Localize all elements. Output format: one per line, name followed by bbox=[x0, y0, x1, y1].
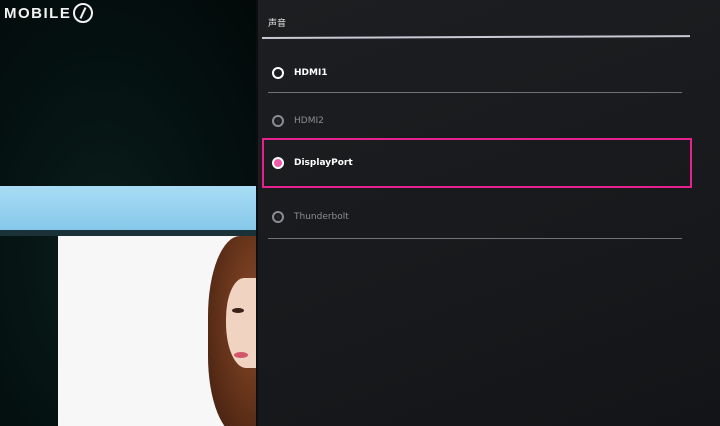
input-option-hdmi1[interactable]: HDMI1 bbox=[264, 50, 688, 96]
input-option-label: HDMI1 bbox=[294, 68, 328, 78]
input-option-label: DisplayPort bbox=[294, 158, 353, 168]
desktop-photo bbox=[58, 236, 258, 426]
option-divider bbox=[268, 92, 682, 93]
watermark-logo-icon bbox=[73, 3, 94, 23]
osd-menu-panel: 声音 HDMI1 HDMI2 DisplayPort Thunderbolt bbox=[256, 0, 720, 426]
photo-eye bbox=[232, 308, 244, 313]
osd-menu-title: 声音 bbox=[268, 19, 287, 29]
radio-highlighted-icon bbox=[272, 157, 284, 169]
input-option-displayport[interactable]: DisplayPort bbox=[262, 138, 692, 188]
option-divider bbox=[268, 238, 682, 239]
input-option-label: HDMI2 bbox=[294, 116, 324, 126]
photo-lips bbox=[234, 352, 248, 358]
radio-unselected-icon bbox=[272, 211, 284, 223]
input-option-label: Thunderbolt bbox=[294, 212, 349, 222]
title-divider bbox=[261, 35, 691, 39]
site-watermark: MOBILE bbox=[4, 2, 94, 24]
desktop-window-titlebar bbox=[0, 186, 258, 230]
input-option-thunderbolt[interactable]: Thunderbolt bbox=[264, 194, 688, 240]
radio-unselected-icon bbox=[272, 115, 284, 127]
watermark-text: MOBILE bbox=[4, 4, 72, 22]
radio-selected-icon bbox=[272, 67, 284, 79]
